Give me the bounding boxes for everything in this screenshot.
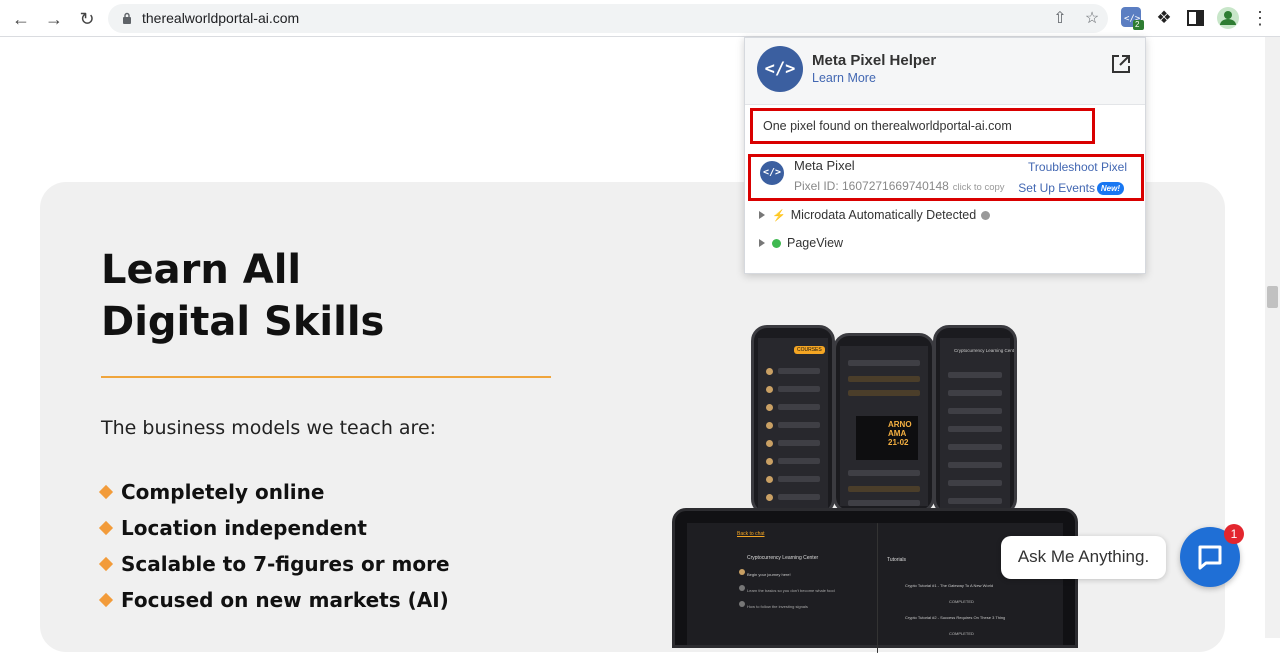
benefit-item: Focused on new markets (AI)	[98, 582, 450, 618]
laptop-item-1: Begin your journey here!	[747, 572, 791, 577]
benefit-item: Completely online	[98, 474, 450, 510]
diamond-bullet-icon	[98, 556, 114, 572]
expand-caret-icon[interactable]	[759, 239, 765, 247]
info-icon[interactable]	[981, 210, 991, 220]
pixel-id[interactable]: Pixel ID: 1607271669740148 click to copy	[794, 179, 1005, 193]
expand-caret-icon[interactable]	[759, 211, 765, 219]
laptop-tutorial-1: Crypto Tutorial #1 - The Gateway To A Ne…	[905, 583, 994, 588]
menu-kebab-icon[interactable]: ⋮	[1248, 6, 1272, 30]
lock-icon	[123, 12, 131, 24]
popup-title: Meta Pixel Helper	[812, 52, 937, 69]
chat-prompt-bubble[interactable]: Ask Me Anything.	[1001, 536, 1166, 579]
diamond-bullet-icon	[98, 484, 114, 500]
browser-toolbar: ← → ↻ therealworldportal-ai.com ⇧ ☆ </> …	[0, 0, 1280, 37]
diamond-bullet-icon	[98, 520, 114, 536]
pixel-helper-logo-icon: </>	[757, 46, 803, 92]
star-icon[interactable]: ☆	[1082, 9, 1102, 29]
event-row-microdata[interactable]: ⚡ Microdata Automatically Detected	[759, 206, 991, 224]
phone-mockup-right: Cryptocurrency Learning Center	[933, 325, 1017, 515]
benefit-item: Scalable to 7-figures or more	[98, 546, 450, 582]
extension-badge: 2	[1135, 20, 1140, 29]
new-badge: New!	[1096, 182, 1124, 195]
phone-mockup-middle: ARNO AMA 21-02	[833, 333, 935, 513]
pixel-id-value[interactable]: Pixel ID: 1607271669740148	[794, 179, 949, 193]
side-panel-icon[interactable]	[1184, 6, 1208, 30]
profile-avatar-icon[interactable]	[1216, 6, 1240, 30]
learn-more-link[interactable]: Learn More	[812, 71, 876, 85]
laptop-back-link: Back to chat	[737, 531, 765, 537]
hero-subtitle: The business models we teach are:	[101, 417, 437, 439]
phone-mockup-left: COURSES	[751, 325, 835, 515]
chat-unread-badge: 1	[1224, 524, 1244, 544]
ama-poster: ARNO AMA 21-02	[856, 416, 918, 460]
extensions-puzzle-icon[interactable]: ❖	[1152, 6, 1176, 30]
laptop-tutorials: Tutorials	[887, 557, 906, 563]
address-bar[interactable]: therealworldportal-ai.com ⇧ ☆	[108, 4, 1108, 33]
troubleshoot-pixel-link[interactable]: Troubleshoot Pixel	[1028, 160, 1127, 174]
laptop-learning-center: Cryptocurrency Learning Center	[747, 555, 819, 561]
phone-right-header: Cryptocurrency Learning Center	[954, 348, 1014, 353]
hero-title-line-2: Digital Skills	[101, 299, 385, 345]
back-icon[interactable]: ←	[9, 7, 33, 31]
event-row-pageview[interactable]: PageView	[759, 234, 843, 252]
share-icon[interactable]: ⇧	[1050, 9, 1070, 29]
ama-poster-text: ARNO AMA 21-02	[888, 420, 912, 447]
hero-title-line-1: Learn All	[101, 247, 302, 293]
pixel-name: Meta Pixel	[794, 158, 855, 173]
scrollbar-thumb[interactable]	[1267, 286, 1278, 308]
laptop-tutorial-2: Crypto Tutorial #2 - Success Requires On…	[905, 615, 1005, 620]
scrollbar-track[interactable]	[1265, 37, 1280, 638]
set-up-events-link[interactable]: Set Up Events	[1018, 181, 1095, 195]
laptop-item-3: How to follow the investing signals	[747, 604, 808, 609]
hero-divider	[101, 376, 551, 378]
pixels-found-message: One pixel found on therealworldportal-ai…	[750, 108, 1095, 144]
pixel-helper-popup: </> Meta Pixel Helper Learn More One pix…	[744, 37, 1146, 274]
diamond-bullet-icon	[98, 592, 114, 608]
open-external-icon[interactable]	[1110, 53, 1132, 75]
benefit-item: Location independent	[98, 510, 450, 546]
popup-header: </> Meta Pixel Helper Learn More	[745, 38, 1145, 105]
url-text[interactable]: therealworldportal-ai.com	[142, 10, 299, 26]
lightning-icon: ⚡	[772, 209, 786, 222]
pixel-entry[interactable]: </> Meta Pixel Pixel ID: 160727166974014…	[748, 154, 1144, 201]
pixel-helper-extension-icon[interactable]: </> 2	[1120, 6, 1144, 30]
event-label: Microdata Automatically Detected	[790, 208, 977, 222]
forward-icon[interactable]: →	[42, 7, 66, 31]
laptop-completed-1: COMPLETED	[949, 599, 974, 604]
benefits-list: Completely online Location independent S…	[98, 474, 450, 618]
click-to-copy-hint: click to copy	[952, 182, 1005, 193]
hero-title: Learn All Digital Skills	[101, 244, 521, 348]
meta-pixel-icon: </>	[760, 161, 784, 185]
laptop-item-2: Learn the basics so you don't become wha…	[747, 588, 835, 593]
phone-left-badge: COURSES	[794, 346, 825, 354]
reload-icon[interactable]: ↻	[75, 7, 99, 31]
check-circle-icon	[772, 238, 781, 248]
event-label: PageView	[787, 236, 844, 250]
laptop-completed-2: COMPLETED	[949, 631, 974, 636]
